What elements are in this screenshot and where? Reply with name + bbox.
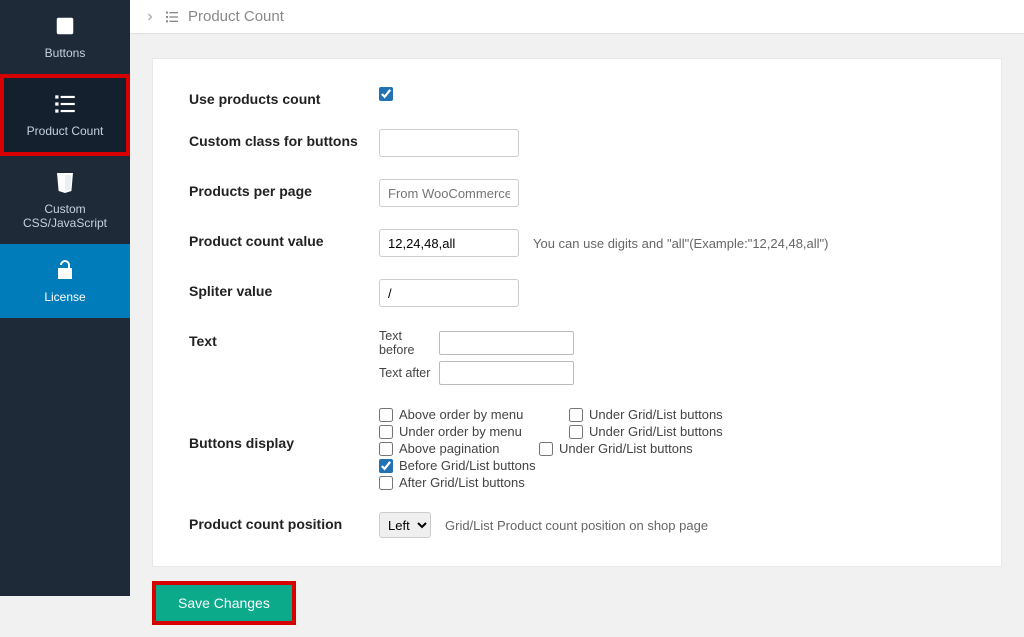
page-title: Product Count xyxy=(188,8,284,25)
sidebar-item-buttons[interactable]: Buttons xyxy=(0,0,130,74)
position-label: Product count position xyxy=(189,512,379,532)
cb-after-gridlist-label: After Grid/List buttons xyxy=(399,475,525,490)
product-count-value-help: You can use digits and "all"(Example:"12… xyxy=(533,236,829,251)
cb-under-order-label: Under order by menu xyxy=(399,424,522,439)
cb-under-gridlist-2[interactable] xyxy=(569,425,583,439)
square-icon xyxy=(51,12,79,40)
cb-under-gridlist-3[interactable] xyxy=(539,442,553,456)
cb-under-gridlist-1-label: Under Grid/List buttons xyxy=(589,407,723,422)
cb-under-order[interactable] xyxy=(379,425,393,439)
products-per-page-label: Products per page xyxy=(189,179,379,199)
products-per-page-input[interactable] xyxy=(379,179,519,207)
text-after-label: Text after xyxy=(379,366,439,380)
sidebar-item-license[interactable]: License xyxy=(0,244,130,318)
list-icon xyxy=(164,9,180,25)
text-before-label: Text before xyxy=(379,329,439,357)
custom-class-label: Custom class for buttons xyxy=(189,129,379,149)
settings-panel: Use products count Custom class for butt… xyxy=(152,58,1002,567)
cb-after-gridlist[interactable] xyxy=(379,476,393,490)
buttons-display-label: Buttons display xyxy=(189,407,379,451)
cb-before-gridlist-label: Before Grid/List buttons xyxy=(399,458,536,473)
cb-under-gridlist-2-label: Under Grid/List buttons xyxy=(589,424,723,439)
sidebar-item-product-count[interactable]: Product Count xyxy=(0,74,130,156)
text-after-input[interactable] xyxy=(439,361,574,385)
sidebar: Buttons Product Count Custom CSS/JavaScr… xyxy=(0,0,130,596)
chevron-right-icon xyxy=(144,11,156,23)
unlock-icon xyxy=(51,256,79,284)
product-count-value-label: Product count value xyxy=(189,229,379,249)
cb-under-gridlist-1[interactable] xyxy=(569,408,583,422)
position-help: Grid/List Product count position on shop… xyxy=(445,518,708,533)
text-before-input[interactable] xyxy=(439,331,574,355)
cb-under-gridlist-3-label: Under Grid/List buttons xyxy=(559,441,693,456)
cb-before-gridlist[interactable] xyxy=(379,459,393,473)
buttons-display-group: Above order by menu Under Grid/List butt… xyxy=(379,407,739,490)
css-icon xyxy=(51,168,79,196)
use-products-count-checkbox[interactable] xyxy=(379,87,393,101)
spliter-value-input[interactable] xyxy=(379,279,519,307)
sidebar-item-label: License xyxy=(44,290,85,304)
sidebar-item-label: Buttons xyxy=(45,46,86,60)
save-button[interactable]: Save Changes xyxy=(152,581,296,625)
sidebar-item-custom-css-js[interactable]: Custom CSS/JavaScript xyxy=(0,156,130,244)
sidebar-item-label-line1: Custom xyxy=(44,202,85,216)
product-count-value-input[interactable] xyxy=(379,229,519,257)
position-select[interactable]: Left xyxy=(379,512,431,538)
main-area: Product Count Use products count Custom … xyxy=(130,0,1024,596)
cb-above-order-label: Above order by menu xyxy=(399,407,523,422)
cb-above-pagination[interactable] xyxy=(379,442,393,456)
use-products-count-label: Use products count xyxy=(189,87,379,107)
breadcrumb: Product Count xyxy=(130,0,1024,34)
sidebar-item-label-line2: CSS/JavaScript xyxy=(23,216,107,230)
list-icon xyxy=(51,90,79,118)
custom-class-input[interactable] xyxy=(379,129,519,157)
cb-above-pagination-label: Above pagination xyxy=(399,441,499,456)
text-label: Text xyxy=(189,329,379,349)
sidebar-item-label: Product Count xyxy=(27,124,104,138)
cb-above-order[interactable] xyxy=(379,408,393,422)
spliter-value-label: Spliter value xyxy=(189,279,379,299)
